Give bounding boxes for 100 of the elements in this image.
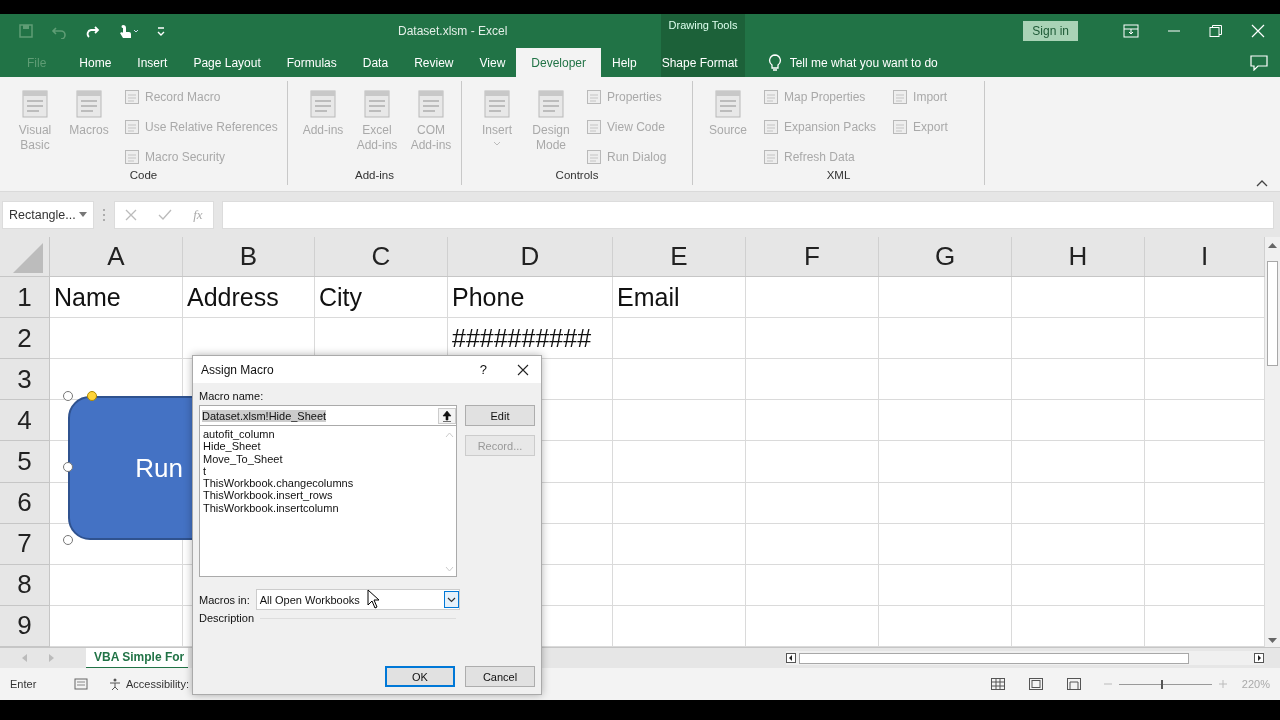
close-icon[interactable] <box>517 363 529 376</box>
vertical-scrollbar[interactable] <box>1265 237 1280 647</box>
document-icon <box>763 89 779 105</box>
enter-icon[interactable] <box>158 208 173 221</box>
column-header[interactable]: F <box>746 237 879 276</box>
scroll-right-icon <box>1254 653 1264 663</box>
column-header[interactable]: E <box>613 237 746 276</box>
collapse-ribbon-icon[interactable] <box>1256 179 1268 187</box>
group-label: XML <box>825 169 852 183</box>
column-header[interactable]: G <box>879 237 1012 276</box>
accessibility-icon[interactable] <box>108 677 122 691</box>
field-label: Macros in: <box>199 593 250 606</box>
macros-in-dropdown[interactable]: All Open Workbooks <box>255 589 460 610</box>
sign-in-button[interactable]: Sign in <box>1023 21 1078 41</box>
dropdown-icon[interactable] <box>443 591 459 608</box>
page-break-icon[interactable] <box>1066 678 1081 690</box>
document-icon <box>415 88 447 120</box>
resize-handle[interactable] <box>63 462 73 472</box>
document-icon <box>19 88 51 120</box>
document-icon <box>892 119 909 135</box>
formula-input[interactable] <box>222 200 1274 229</box>
document-icon <box>481 88 513 120</box>
redo-icon[interactable] <box>84 23 100 39</box>
column-header[interactable]: A <box>50 237 183 276</box>
scroll-down-icon <box>444 566 454 572</box>
restore-icon[interactable] <box>1209 24 1223 38</box>
column-header[interactable]: C <box>315 237 448 276</box>
table-cell: Phone <box>448 277 613 319</box>
scroll-thumb[interactable] <box>799 652 1189 664</box>
corner-triangle-icon <box>13 243 43 273</box>
ribbon-tab[interactable]: Page Layout <box>180 48 274 77</box>
ribbon-tab[interactable]: View <box>466 48 519 77</box>
document-icon <box>586 119 602 135</box>
ribbon-display-icon[interactable] <box>1123 24 1139 38</box>
row-header[interactable]: 4 <box>0 400 50 442</box>
scroll-up-icon <box>444 432 454 438</box>
document-icon <box>892 89 909 105</box>
mouse-pointer-icon <box>367 589 381 609</box>
dialog-button[interactable]: OK <box>385 666 455 687</box>
column-header[interactable]: D <box>448 237 613 276</box>
ribbon-tab[interactable]: Developer <box>516 48 601 77</box>
document-icon <box>712 88 744 120</box>
document-icon <box>763 119 779 135</box>
document-icon <box>307 88 339 120</box>
dialog-button[interactable]: Edit <box>465 405 535 426</box>
document-icon <box>361 88 393 120</box>
row-header[interactable]: 3 <box>0 359 50 401</box>
name-box[interactable]: Rectangle... <box>2 200 94 229</box>
row-header[interactable]: 6 <box>0 482 50 524</box>
macro-recording-icon[interactable] <box>74 678 88 690</box>
row-header[interactable]: 1 <box>0 277 50 319</box>
ribbon-tab[interactable]: Help <box>599 48 650 77</box>
ribbon-tab[interactable]: Review <box>401 48 467 77</box>
accessibility-status[interactable]: Accessibility: <box>126 678 189 690</box>
ribbon-tab[interactable]: Home <box>66 48 125 77</box>
document-icon <box>124 149 140 165</box>
page-layout-icon[interactable] <box>1028 678 1043 690</box>
ribbon-tab[interactable]: Data <box>349 48 402 77</box>
group-label: Code <box>128 169 159 183</box>
ribbon-tab[interactable]: Insert <box>124 48 181 77</box>
document-icon <box>535 88 567 120</box>
macro-name-field[interactable]: Dataset.xlsm!Hide_Sheet <box>199 405 457 426</box>
help-button[interactable]: ? <box>479 362 487 377</box>
scroll-down-icon <box>1267 637 1278 645</box>
table-cell: Name <box>50 277 183 319</box>
ribbon-tab[interactable]: Formulas <box>273 48 350 77</box>
scroll-left-icon <box>786 653 796 663</box>
macro-list[interactable]: autofit_column Hide_Sheet Move_To_Sheet t ThisWorkbook.changecolumns ThisWorkbook.insert_rows ThisWorkbook.insertcolumn <box>199 426 457 577</box>
scroll-thumb[interactable] <box>1267 261 1278 366</box>
table-cell: Email <box>613 277 746 319</box>
row-header[interactable]: 5 <box>0 441 50 483</box>
touch-mode-icon[interactable] <box>117 23 139 39</box>
column-header[interactable]: H <box>1012 237 1145 276</box>
collapse-dialog-icon[interactable] <box>438 407 456 424</box>
group-label: Add-ins <box>354 169 395 183</box>
section-label: Description <box>199 612 255 624</box>
lightbulb-icon[interactable] <box>767 53 782 72</box>
normal-view-icon[interactable] <box>990 678 1005 690</box>
ribbon-tab[interactable]: Shape Format <box>657 48 742 77</box>
contextual-group-label: Drawing Tools <box>667 18 739 31</box>
sheet-tab[interactable]: VBA Simple For <box>86 647 189 669</box>
resize-handle[interactable] <box>63 535 73 545</box>
horizontal-scrollbar[interactable] <box>786 651 1264 665</box>
row-header[interactable]: 8 <box>0 564 50 606</box>
resize-handle[interactable] <box>63 391 73 401</box>
dialog-button[interactable]: Cancel <box>465 666 535 687</box>
document-icon <box>586 149 602 165</box>
slider-thumb[interactable] <box>1160 679 1163 689</box>
row-header[interactable]: 2 <box>0 318 50 360</box>
column-header[interactable]: B <box>183 237 315 276</box>
row-header[interactable]: 9 <box>0 605 50 647</box>
search-hint[interactable]: Tell me what you want to do <box>789 55 938 70</box>
cancel-icon[interactable] <box>125 208 138 221</box>
document-icon <box>73 88 105 120</box>
document-icon <box>124 89 140 105</box>
comments-icon[interactable] <box>1250 54 1268 71</box>
grip-icon <box>102 207 106 222</box>
row-header[interactable]: 7 <box>0 523 50 565</box>
document-icon <box>586 89 602 105</box>
adjustment-handle[interactable] <box>87 391 97 401</box>
